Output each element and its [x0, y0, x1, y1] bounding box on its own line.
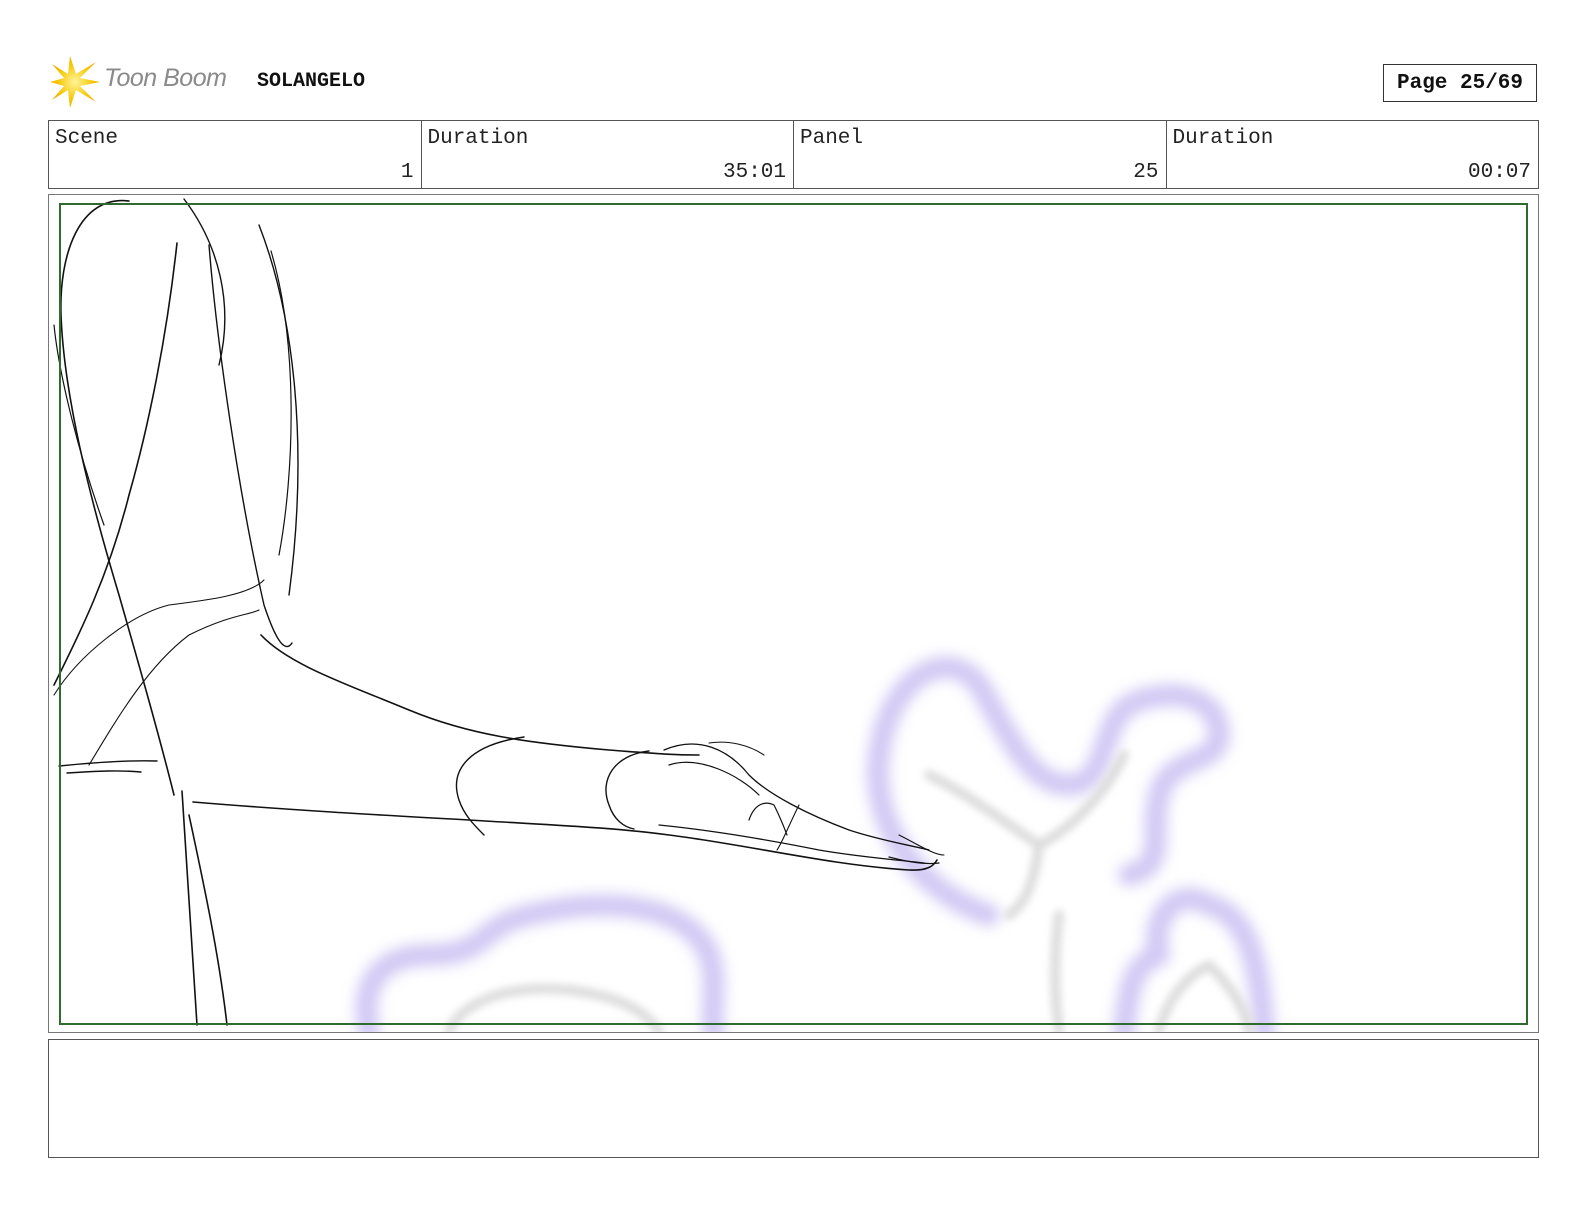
scene-cell: Scene 1	[49, 121, 422, 188]
panel-duration-cell: Duration 00:07	[1167, 121, 1539, 188]
toon-boom-starburst-icon	[50, 56, 100, 108]
panel-duration-label: Duration	[1172, 127, 1274, 150]
panel-duration-value: 00:07	[1467, 161, 1531, 184]
notes-box[interactable]	[48, 1039, 1539, 1158]
sketch-lines	[53, 198, 945, 1026]
panel-cell: Panel 25	[794, 121, 1167, 188]
scene-duration-value: 35:01	[722, 161, 786, 184]
panel-value: 25	[1133, 161, 1159, 184]
toon-boom-logo: Toon Boom	[50, 56, 242, 108]
scene-value: 1	[400, 161, 414, 184]
panel-label: Panel	[800, 127, 864, 150]
storyboard-panel	[48, 194, 1539, 1033]
scene-duration-cell: Duration 35:01	[422, 121, 794, 188]
panel-sketch	[53, 198, 1275, 1032]
project-title: SOLANGELO	[257, 70, 366, 93]
scene-duration-label: Duration	[427, 127, 529, 150]
logo-text: Toon Boom	[104, 64, 227, 92]
scene-label: Scene	[55, 127, 119, 150]
info-row: Scene 1 Duration 35:01 Panel 25 Duration…	[48, 120, 1539, 189]
page-indicator: Page 25/69	[1383, 64, 1537, 102]
